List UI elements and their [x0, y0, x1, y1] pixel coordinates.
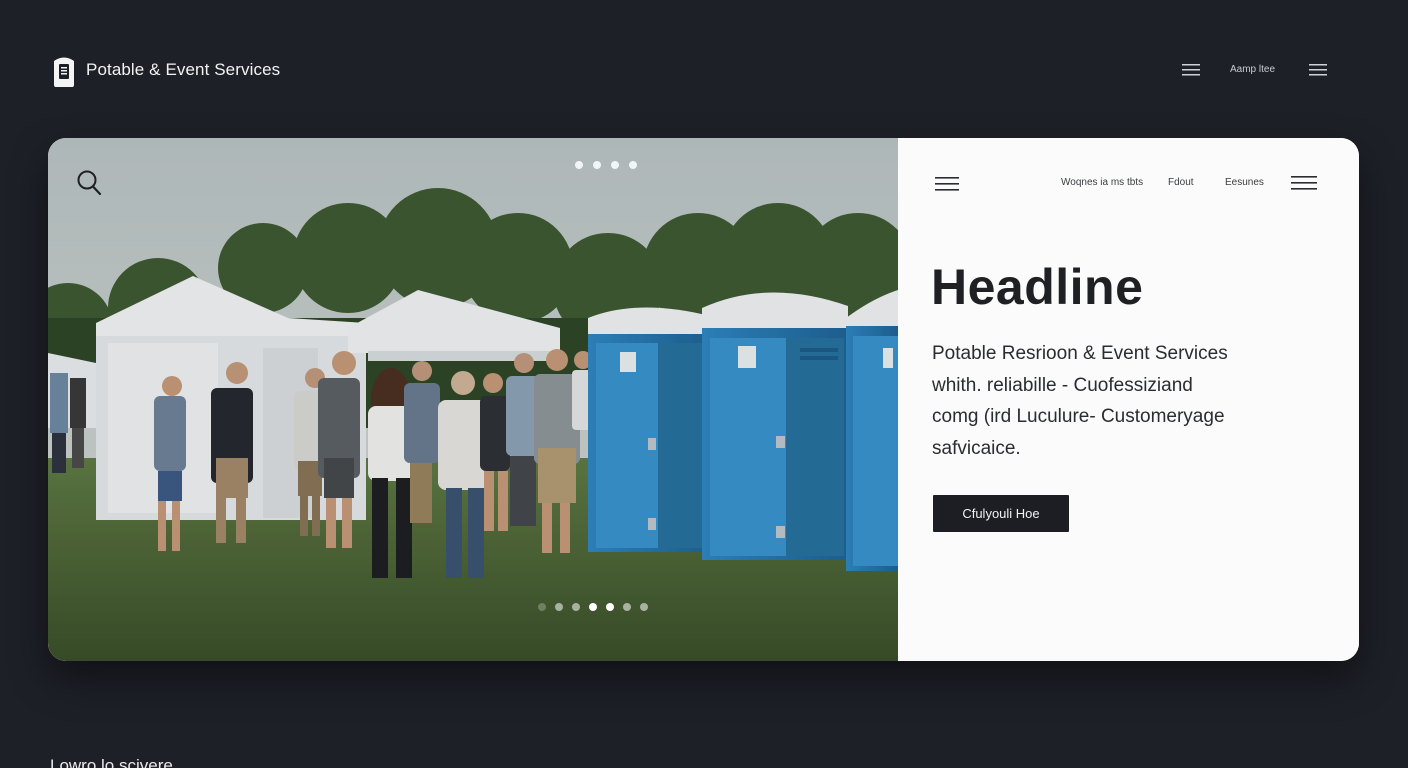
- hamburger-menu-icon[interactable]: [1181, 63, 1201, 77]
- carousel-dot-active[interactable]: [589, 603, 597, 611]
- carousel-dot[interactable]: [611, 161, 619, 169]
- portable-toilet-icon: [54, 57, 74, 87]
- brand-name: Potable & Event Services: [86, 60, 281, 79]
- panel-nav-link[interactable]: Woqnes ia ms tbts: [1061, 177, 1143, 188]
- hamburger-menu-icon[interactable]: [935, 176, 959, 192]
- section-title: Lowro lo scivere: [50, 756, 173, 768]
- carousel-dot[interactable]: [538, 603, 546, 611]
- search-icon[interactable]: [76, 169, 102, 197]
- carousel-dot[interactable]: [593, 161, 601, 169]
- panel-nav-link[interactable]: Fdout: [1168, 177, 1194, 188]
- carousel-top-dots: [575, 161, 637, 169]
- carousel-bottom-dots: [538, 603, 648, 611]
- carousel-dot[interactable]: [572, 603, 580, 611]
- carousel-dot[interactable]: [606, 603, 614, 611]
- description-line: comg (ird Luculure- Customeryage: [932, 406, 1225, 427]
- hamburger-menu-icon[interactable]: [1308, 63, 1328, 77]
- carousel-dot[interactable]: [629, 161, 637, 169]
- panel-nav-link[interactable]: Eesunes: [1225, 177, 1264, 188]
- hamburger-menu-icon[interactable]: [1291, 175, 1317, 191]
- hero-card: Woqnes ia ms tbts Fdout Eesunes Headline…: [48, 138, 1359, 661]
- hero-text-panel: Woqnes ia ms tbts Fdout Eesunes Headline…: [898, 138, 1359, 661]
- hero-description: Potable Resrioon & Event Services whith.…: [932, 338, 1262, 464]
- hero-photo: [48, 138, 898, 661]
- description-line: whith. reliabille - Cuofessiziand: [932, 374, 1193, 396]
- carousel-dot[interactable]: [623, 603, 631, 611]
- event-photo: [48, 138, 898, 661]
- headline: Headline: [931, 259, 1144, 315]
- description-line: safvicaice.: [932, 437, 1021, 459]
- brand[interactable]: Potable & Event Services: [51, 53, 280, 87]
- cta-button[interactable]: Cfulyouli Hoe: [933, 495, 1069, 532]
- top-nav-link[interactable]: Aamp ltee: [1230, 64, 1275, 75]
- carousel-dot[interactable]: [555, 603, 563, 611]
- carousel-dot[interactable]: [640, 603, 648, 611]
- carousel-dot[interactable]: [575, 161, 583, 169]
- top-bar: Potable & Event Services Aamp ltee: [0, 0, 1408, 140]
- description-line: Potable Resrioon & Event Services: [932, 343, 1228, 364]
